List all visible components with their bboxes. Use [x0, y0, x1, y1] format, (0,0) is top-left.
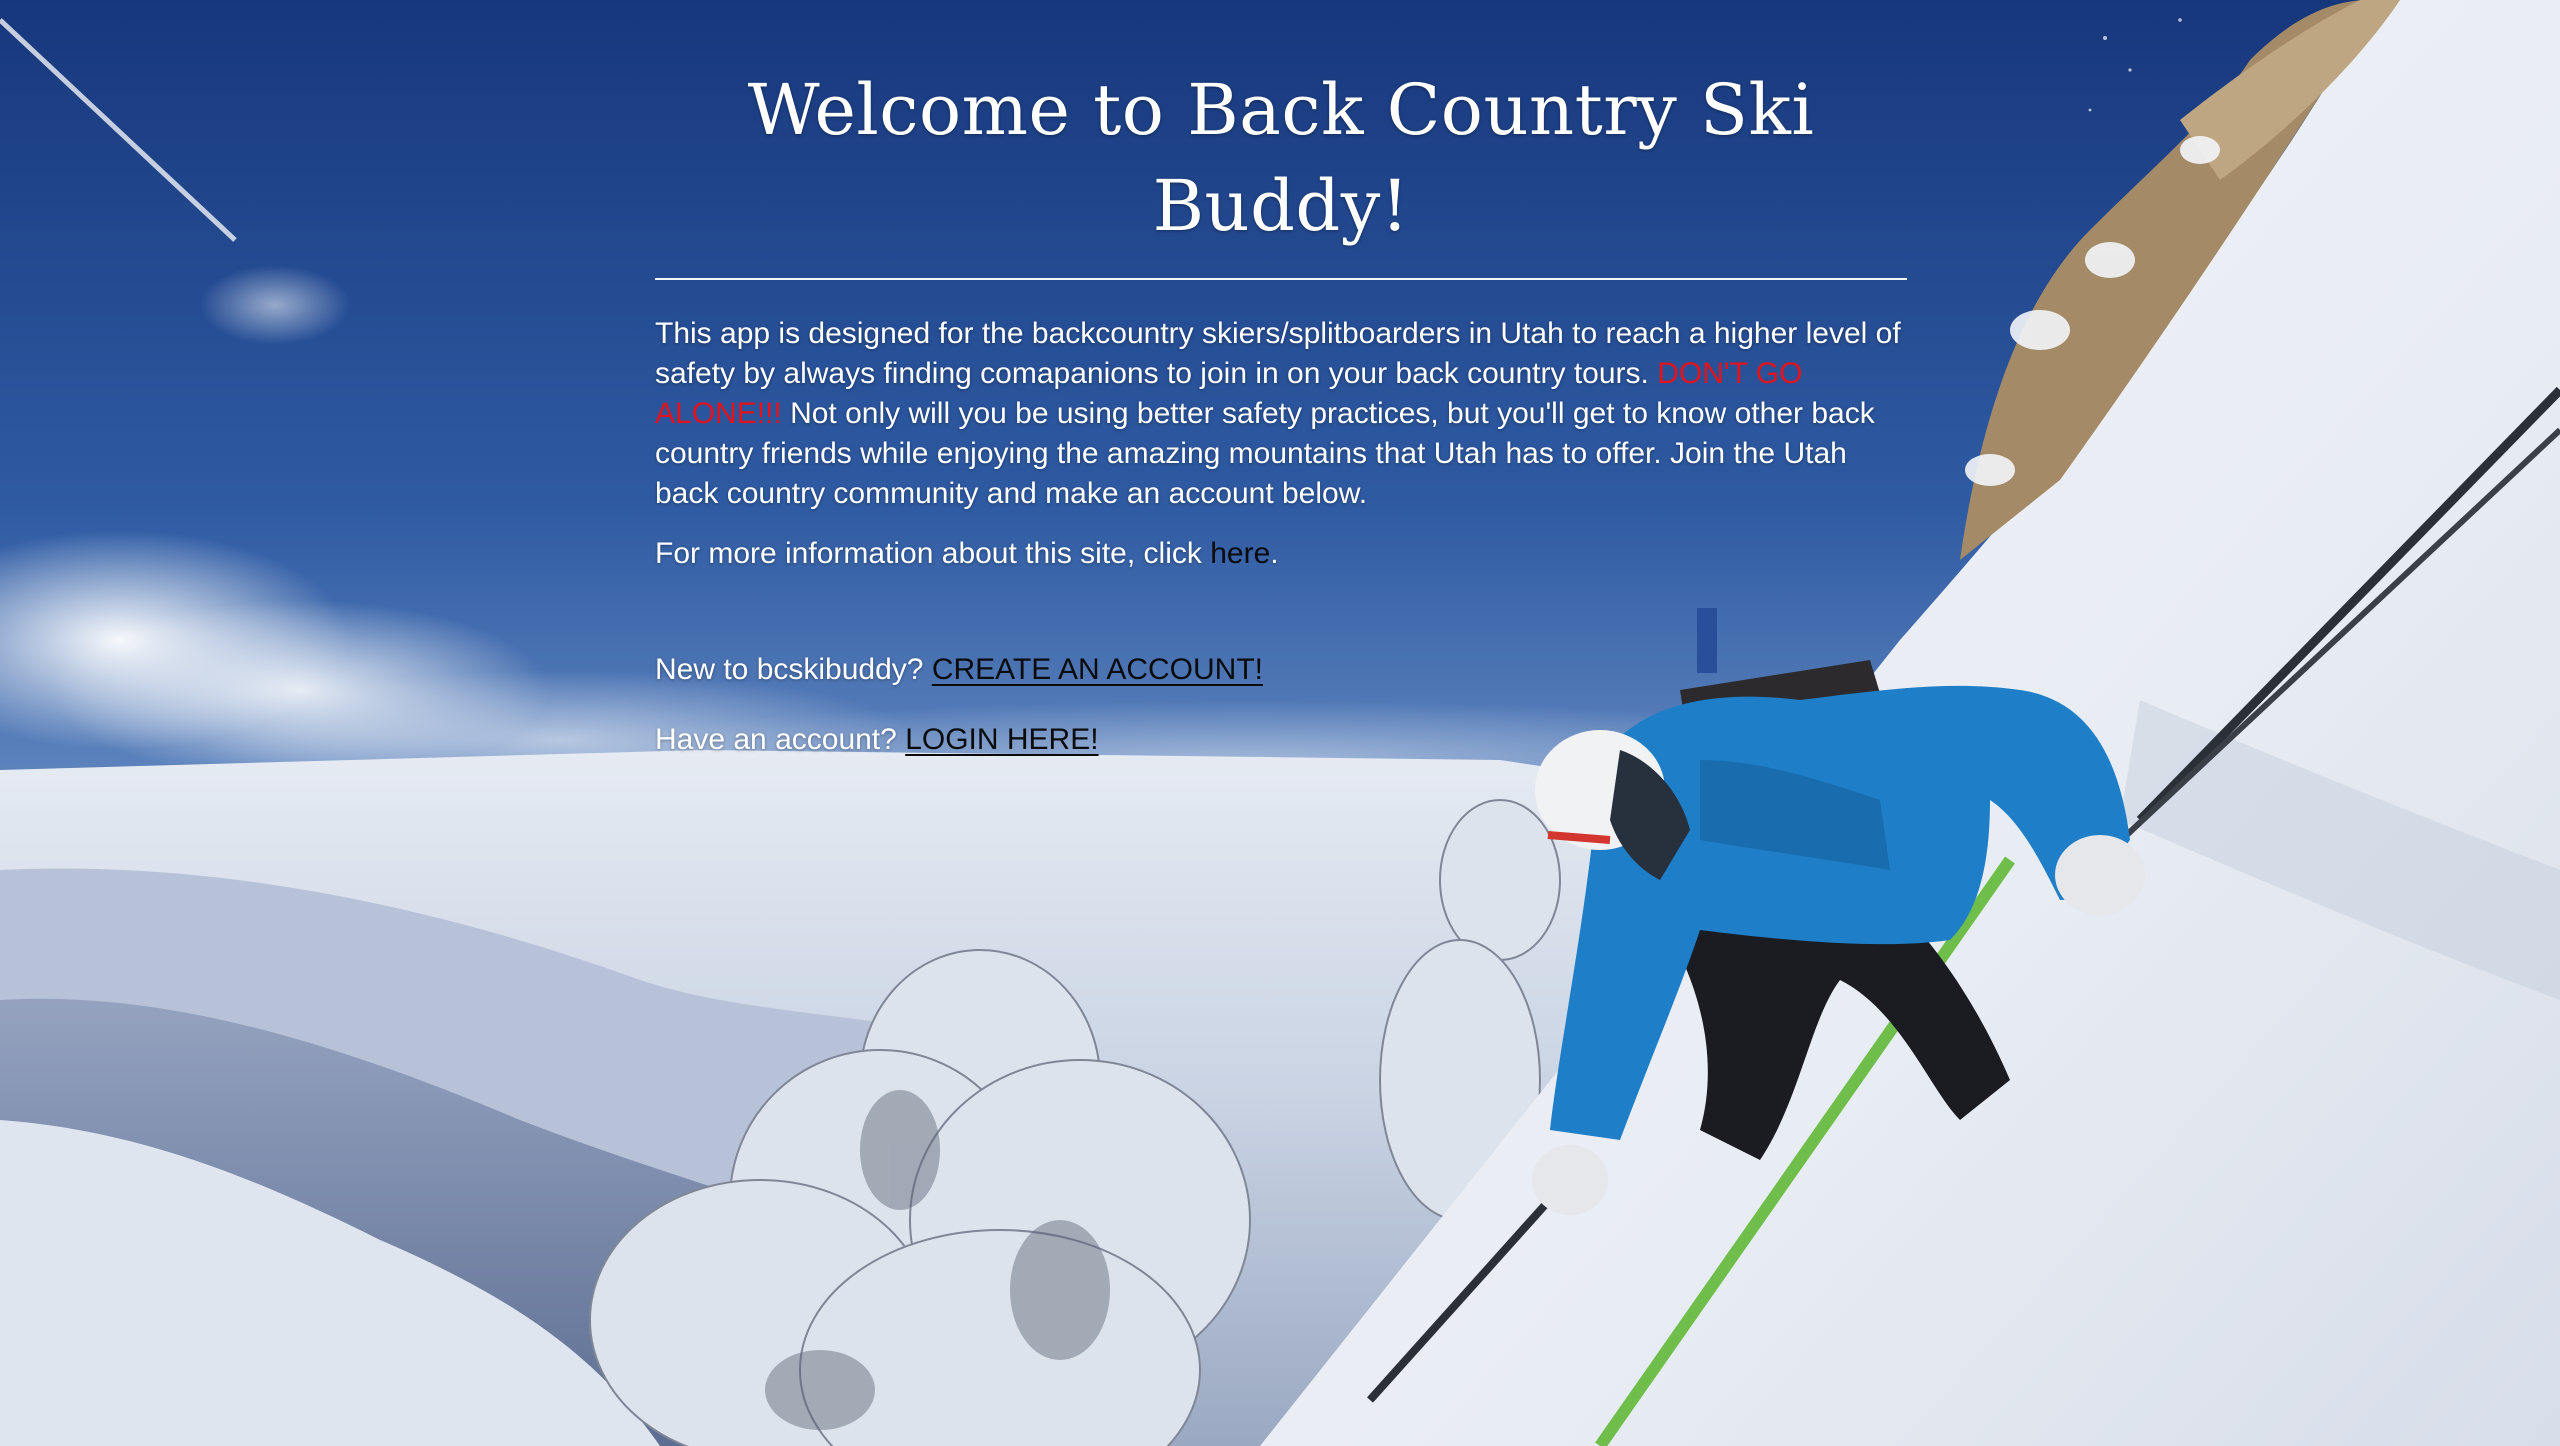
intro-text-continued: Not only will you be using better safety… [655, 397, 1875, 510]
more-info-line: For more information about this site, cl… [655, 534, 1907, 574]
login-prompt: Have an account? [655, 723, 897, 756]
page-title: Welcome to Back Country Ski Buddy! [747, 69, 1815, 247]
welcome-panel: Welcome to Back Country Ski Buddy! This … [655, 62, 1907, 760]
signup-prompt: New to bcskibuddy? [655, 653, 924, 686]
more-info-link[interactable]: here [1210, 537, 1270, 570]
create-account-link[interactable]: CREATE AN ACCOUNT! [932, 653, 1263, 686]
more-info-suffix: . [1270, 537, 1279, 570]
more-info-prefix: For more information about this site, cl… [655, 537, 1202, 570]
login-link[interactable]: LOGIN HERE! [905, 723, 1098, 756]
title-divider [655, 278, 1907, 280]
intro-paragraph: This app is designed for the backcountry… [655, 314, 1907, 514]
signup-line: New to bcskibuddy? CREATE AN ACCOUNT! [655, 650, 1907, 690]
login-line: Have an account? LOGIN HERE! [655, 720, 1907, 760]
